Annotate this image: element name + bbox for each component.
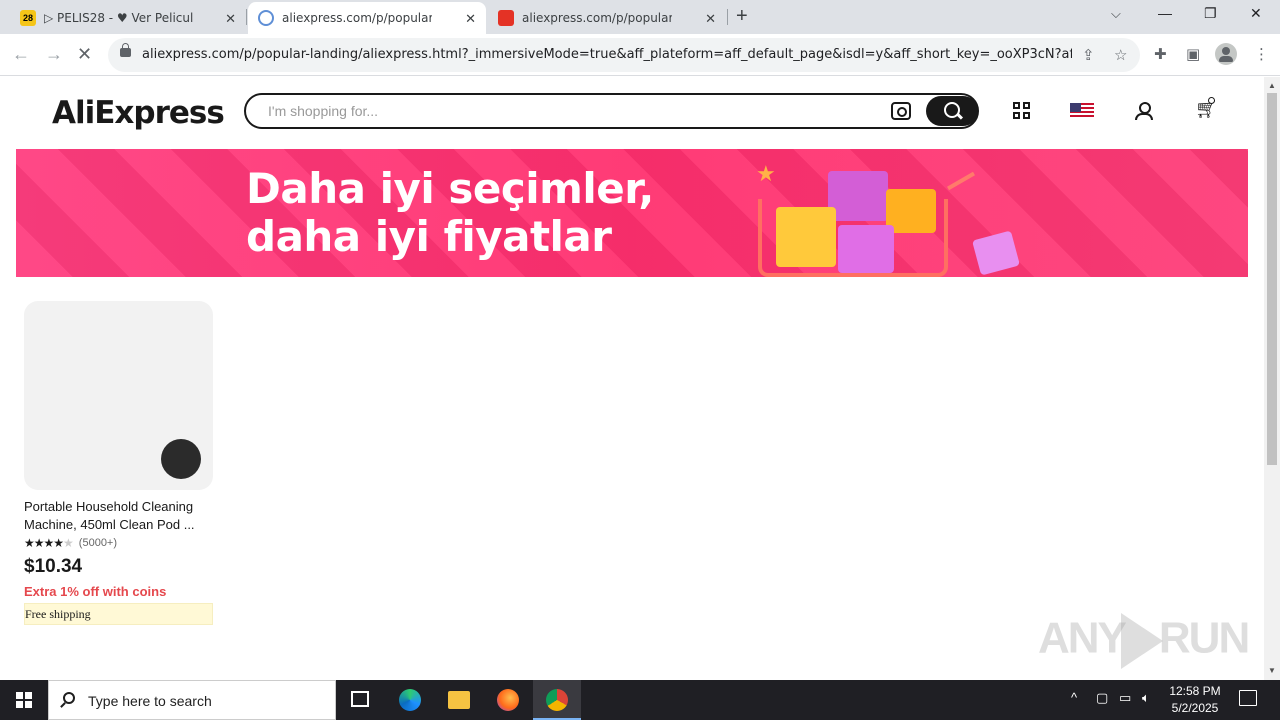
play-triangle-icon [1120,613,1163,669]
anyrun-watermark: ANY RUN [1038,613,1250,669]
aliexpress-logo[interactable]: AliExpress [52,95,225,131]
account-user-icon[interactable] [1135,102,1153,120]
side-panel-icon[interactable]: ▣ [1186,45,1200,63]
review-count: (5000+) [78,537,118,549]
windows-logo-icon [16,692,32,708]
rating-stars-icon: ★★★★★ [24,536,74,550]
tab-title: ▷ PELIS28 - ♥ Ver Peliculas Y Se [44,11,194,25]
page-scrollbar[interactable]: ▲ ▼ [1264,77,1280,680]
tab-search-chevron-down-icon[interactable]: ⌵ [1111,6,1121,22]
star-sparkle-icon: ★ [756,161,776,186]
back-arrow-icon[interactable]: ← [12,44,30,65]
qr-code-icon[interactable] [1013,102,1031,120]
chrome-taskbar-app[interactable] [533,680,581,720]
tab-separator [246,9,247,25]
firefox-icon [497,689,519,711]
banner-headline: Daha iyi seçimler, daha iyi fiyatlar [246,165,654,261]
shipping-badge: Free shipping [24,603,213,625]
lock-icon[interactable] [120,43,131,57]
gift-box-illustration [828,171,888,221]
aliexpress-cart-favicon-icon [498,10,514,26]
watermark-left: ANY [1038,613,1127,663]
task-view-icon [351,691,369,707]
url-text[interactable]: aliexpress.com/p/popular-landing/aliexpr… [142,47,1072,62]
tab-separator [727,9,728,25]
tab-pelis28[interactable]: 28 ▷ PELIS28 - ♥ Ver Peliculas Y Se ✕ [10,2,246,34]
tab-title: aliexpress.com/p/popular-landin [522,11,672,25]
network-icon[interactable]: ▭ [1119,690,1131,706]
system-clock[interactable]: 12:58 PM 5/2/2025 [1166,683,1224,717]
minimize-icon[interactable]: — [1158,5,1172,21]
restore-icon[interactable]: ❐ [1204,5,1217,22]
windows-taskbar: Type here to search ^ ▢ ▭ 🔈︎ 12:58 PM 5/… [0,680,1280,720]
coins-promo: Extra 1% off with coins [24,584,167,599]
taskbar-search-placeholder: Type here to search [88,693,212,709]
gift-box-illustration [838,225,894,273]
search-icon [63,692,75,704]
product-rating: ★★★★★ (5000+) [24,536,213,550]
forward-arrow-icon[interactable]: → [45,44,63,65]
scroll-thumb[interactable] [1267,93,1277,465]
add-to-cart-button[interactable] [161,439,201,479]
search-input[interactable] [268,101,868,121]
close-tab-icon[interactable]: ✕ [465,11,476,27]
new-tab-icon[interactable]: + [736,5,748,28]
cart-badge [1208,97,1215,104]
tab-aliexpress-active[interactable]: aliexpress.com/p/popular-landin ✕ [248,2,486,34]
close-tab-icon[interactable]: ✕ [225,11,236,27]
clock-date: 5/2/2025 [1171,701,1219,715]
tab-bar: 28 ▷ PELIS28 - ♥ Ver Peliculas Y Se ✕ al… [0,0,1280,34]
stop-loading-icon[interactable]: ✕ [77,44,92,65]
banner-line-2: daha iyi fiyatlar [246,212,612,261]
close-window-icon[interactable]: ✕ [1250,5,1262,22]
task-view-button[interactable] [336,680,384,720]
loading-spinner-icon [258,10,274,26]
start-button[interactable] [0,680,48,720]
clock-time: 12:58 PM [1169,684,1221,698]
bookmark-star-icon[interactable]: ☆ [1114,46,1127,64]
show-hidden-icons-chevron-up-icon[interactable]: ^ [1071,690,1077,705]
firefox-taskbar-app[interactable] [484,680,532,720]
product-price: $10.34 [24,556,83,577]
edge-icon [399,689,421,711]
tab-aliexpress[interactable]: aliexpress.com/p/popular-landin ✕ [488,2,726,34]
product-title[interactable]: Portable Household Cleaning Machine, 450… [24,498,213,534]
image-search-camera-icon[interactable] [891,102,911,120]
share-icon[interactable]: ⇪ [1082,46,1095,64]
us-flag-icon[interactable] [1070,103,1094,119]
volume-icon[interactable]: 🔈︎ [1142,690,1150,706]
product-card[interactable]: Portable Household Cleaning Machine, 450… [24,301,213,625]
banner-line-1: Daha iyi seçimler, [246,164,654,213]
promo-banner[interactable]: Daha iyi seçimler, daha iyi fiyatlar ★ [16,149,1248,277]
profile-avatar-icon[interactable] [1215,43,1237,65]
kebab-menu-icon[interactable]: ⋮ [1254,45,1269,63]
address-bar[interactable]: aliexpress.com/p/popular-landing/aliexpr… [108,38,1140,72]
scroll-down-arrow-icon[interactable]: ▼ [1268,666,1276,675]
scroll-up-arrow-icon[interactable]: ▲ [1268,81,1276,90]
extensions-puzzle-icon[interactable]: ✚ [1154,45,1167,63]
gift-box-illustration [776,207,836,267]
meet-now-icon[interactable]: ▢ [1096,690,1108,706]
edge-taskbar-app[interactable] [386,680,434,720]
watermark-right: RUN [1158,613,1250,663]
notification-center-icon[interactable] [1239,690,1257,706]
tab-title: aliexpress.com/p/popular-landin [282,11,432,25]
close-tab-icon[interactable]: ✕ [705,11,716,27]
logo-text: AliExpress [52,95,225,131]
folder-icon [448,691,470,709]
search-bar [244,93,979,129]
pelis28-favicon-icon: 28 [20,10,36,26]
chrome-icon [546,689,568,711]
browser-toolbar: ← → ✕ aliexpress.com/p/popular-landing/a… [0,34,1280,76]
page-content: AliExpress 🛒︎ Daha iyi seçimler, daha iy… [0,77,1264,680]
file-explorer-taskbar-app[interactable] [435,680,483,720]
product-image[interactable] [24,301,213,490]
search-button[interactable] [926,96,978,126]
taskbar-search[interactable]: Type here to search [48,680,336,720]
